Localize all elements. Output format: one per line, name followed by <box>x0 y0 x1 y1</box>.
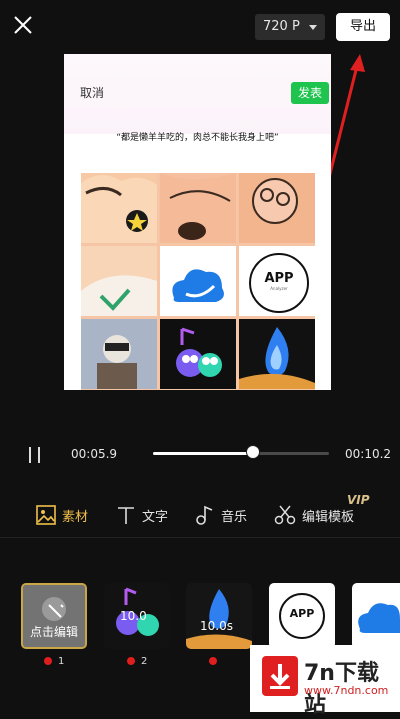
clip-thumbnail-5[interactable] <box>352 583 400 649</box>
tool-text[interactable]: 文字 <box>116 503 168 527</box>
resolution-label: 720 P <box>263 19 300 34</box>
vip-badge: VIP <box>347 493 370 507</box>
clip-thumbnail-1[interactable]: 点击编辑 <box>21 583 87 649</box>
clip-thumbnail-3[interactable]: 10.0s <box>186 583 252 649</box>
character-avatar-icon <box>81 319 157 389</box>
blue-cloud-icon <box>172 269 224 302</box>
text-icon <box>118 507 134 524</box>
total-time: 00:10.2 <box>345 447 392 461</box>
close-icon <box>14 16 32 34</box>
clip-dot <box>209 657 217 665</box>
preview-post-badge: 发表 <box>291 82 329 104</box>
pause-icon <box>29 447 40 463</box>
app-analyzer-logo: APP <box>279 593 325 639</box>
grid-cell <box>81 246 157 316</box>
scissors-icon <box>274 505 296 525</box>
preview-quote: “都是懒羊羊吃的，肉总不能长我身上吧” <box>116 133 279 143</box>
cartoon-face-icon <box>81 174 157 243</box>
clip-dot <box>127 657 135 665</box>
progress-fill <box>153 452 253 455</box>
clip-number: 1 <box>58 656 65 667</box>
grid-cell <box>160 173 236 243</box>
download-icon <box>262 656 298 696</box>
blue-cloud-icon <box>358 603 400 633</box>
video-preview[interactable]: 取消 发表 “都是懒羊羊吃的，肉总不能长我身上吧” APP Analyzer <box>64 54 331 390</box>
clip-edit-label: 点击编辑 <box>29 625 78 639</box>
tool-music-label: 音乐 <box>221 509 248 525</box>
current-time: 00:05.9 <box>71 447 118 461</box>
clip-dot <box>44 657 52 665</box>
grid-cell <box>239 173 315 243</box>
tool-text-label: 文字 <box>142 509 169 525</box>
preview-cancel-text: 取消 <box>80 86 105 100</box>
cartoon-face-icon <box>252 178 298 224</box>
clip-thumbnail-2[interactable]: 10.0 <box>104 583 170 649</box>
clip-thumbnail-4[interactable]: APP <box>269 583 335 649</box>
blue-flame-icon <box>239 319 315 389</box>
resolution-dropdown[interactable]: 720 P <box>255 14 325 40</box>
app-analyzer-logo: APP Analyzer <box>249 253 309 313</box>
clip-number: 2 <box>141 656 148 667</box>
tool-material[interactable]: 素材 <box>36 503 88 527</box>
tool-edit-template[interactable]: 编辑模板 <box>274 503 354 527</box>
grid-cell <box>160 319 236 389</box>
progress-handle[interactable] <box>246 445 260 459</box>
music-monsters-icon <box>160 319 236 389</box>
grid-cell <box>81 319 157 389</box>
watermark-url: www.7ndn.com <box>304 684 389 697</box>
tool-music[interactable]: 音乐 <box>195 503 247 527</box>
tool-edit-template-label: 编辑模板 <box>302 509 355 525</box>
divider <box>0 537 400 538</box>
tool-material-label: 素材 <box>62 509 89 525</box>
blue-flame-icon <box>186 583 252 649</box>
app-icon-grid: APP Analyzer <box>81 173 315 390</box>
caret-down-icon <box>309 25 317 30</box>
close-button[interactable] <box>10 12 36 38</box>
clip-duration: 10.0s <box>200 619 233 633</box>
grid-cell: APP Analyzer <box>239 246 315 316</box>
music-icon <box>196 505 213 525</box>
export-button[interactable]: 导出 <box>336 13 390 41</box>
grid-cell <box>160 246 236 316</box>
image-icon <box>36 505 56 525</box>
cartoon-face-icon <box>81 275 157 316</box>
pause-button[interactable] <box>29 447 41 463</box>
clip-duration: 10.0 <box>120 609 147 623</box>
cartoon-face-icon <box>160 173 236 243</box>
grid-cell <box>239 319 315 389</box>
grid-cell <box>81 173 157 243</box>
